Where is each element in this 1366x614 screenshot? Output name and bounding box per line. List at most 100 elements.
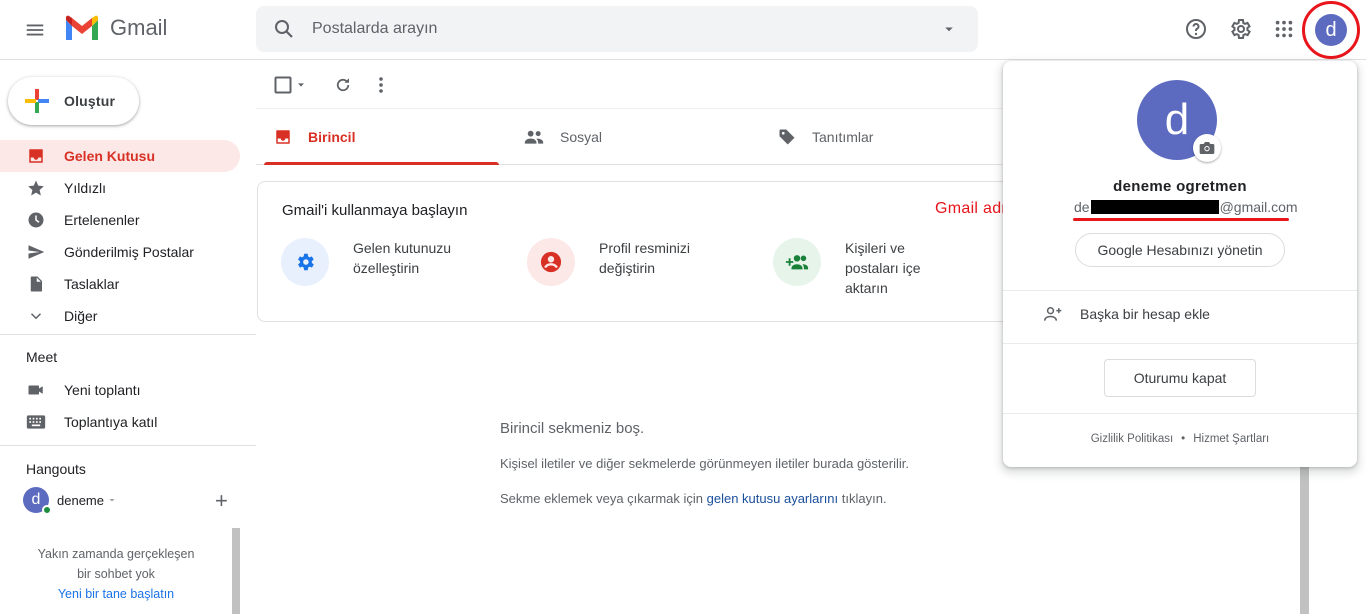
gs-text-line: aktarın [845, 280, 888, 296]
sidebar-item-label: Diğer [64, 308, 98, 324]
change-photo-button[interactable] [1193, 134, 1221, 162]
tab-primary[interactable]: Birincil [274, 109, 355, 165]
hint-text: tıklayın. [838, 491, 887, 506]
top-bar: Gmail d [0, 0, 1366, 60]
sidebar-item-label: Ertelenenler [64, 212, 140, 228]
gs-text-line: özelleştirin [353, 260, 420, 276]
refresh-icon [336, 78, 350, 92]
chevron-down-icon [26, 306, 46, 326]
avatar: d [1315, 14, 1347, 46]
inbox-settings-link[interactable]: gelen kutusu ayarlarını [707, 491, 839, 506]
sidebar-item-label: Gönderilmiş Postalar [64, 244, 194, 260]
sidebar-item-starred[interactable]: Yıldızlı [0, 172, 240, 204]
more-vert-icon [379, 77, 383, 93]
add-account-button[interactable]: Başka bir hesap ekle [1043, 305, 1210, 323]
sidebar-nav: Gelen Kutusu Yıldızlı Ertelenenler Gönde… [0, 140, 256, 477]
main-scrollbar[interactable] [1300, 466, 1309, 614]
account-popup: d deneme ogretmen de @gmail.com Google He… [1003, 61, 1357, 467]
search-options-icon[interactable] [940, 20, 958, 38]
sidebar-item-inbox[interactable]: Gelen Kutusu [0, 140, 240, 172]
import-contacts-item[interactable]: Kişileri ve postaları içe aktarın [773, 238, 975, 298]
star-icon [26, 178, 46, 198]
hamburger-menu-icon [26, 24, 44, 36]
group-add-icon [785, 255, 809, 270]
privacy-policy-link[interactable]: Gizlilik Politikası [1091, 433, 1173, 445]
inbox-icon [26, 146, 46, 166]
empty-state-description: Kişisel iletiler ve diğer sekmelerde gör… [500, 456, 909, 471]
new-conversation-button[interactable]: + [215, 490, 228, 512]
hint-text: Sekme eklemek veya çıkarmak için [500, 491, 707, 506]
sidebar-item-label: Taslaklar [64, 276, 120, 292]
support-button[interactable] [1176, 9, 1216, 49]
getting-started-card: Gmail'i kullanmaya başlayın Gelen kutunu… [257, 181, 1017, 322]
gs-icon-circle [773, 238, 821, 286]
sidebar-item-snoozed[interactable]: Ertelenenler [0, 204, 240, 236]
sidebar-item-more[interactable]: Diğer [0, 300, 240, 332]
customize-inbox-item[interactable]: Gelen kutunuzu özelleştirin [281, 238, 483, 286]
tab-promotions[interactable]: Tanıtımlar [778, 109, 873, 165]
draft-icon [26, 274, 46, 294]
more-options-button[interactable] [370, 70, 392, 100]
hangouts-user-name: deneme [57, 492, 104, 508]
settings-button[interactable] [1220, 9, 1260, 49]
send-icon [26, 242, 46, 262]
gs-text-line: değiştirin [599, 260, 656, 276]
gear-icon [1231, 19, 1251, 39]
gs-icon-circle [527, 238, 575, 286]
divider [1003, 290, 1357, 291]
clock-icon [26, 210, 46, 230]
sidebar-scrollbar[interactable] [232, 528, 240, 614]
terms-of-service-link[interactable]: Hizmet Şartları [1193, 433, 1269, 445]
hangouts-empty-text: Yakın zamanda gerçekleşen bir sohbet yok [37, 547, 195, 581]
gs-text-line: Profil resminizi [599, 240, 691, 256]
compose-button[interactable]: Oluştur [8, 77, 139, 125]
account-email: de @gmail.com [1074, 199, 1298, 215]
sidebar-item-drafts[interactable]: Taslaklar [0, 268, 240, 300]
sidebar-item-join-meeting[interactable]: Toplantıya katıl [0, 406, 240, 438]
avatar-initial: d [31, 491, 41, 508]
popup-footer: Gizlilik Politikası • Hizmet Şartları [1003, 433, 1357, 445]
redaction-bar [1090, 200, 1219, 214]
gmail-m-icon [66, 15, 98, 40]
sidebar-item-sent[interactable]: Gönderilmiş Postalar [0, 236, 240, 268]
change-profile-picture-item[interactable]: Profil resminizi değiştirin [527, 238, 729, 286]
hangouts-user[interactable]: d deneme [23, 487, 118, 515]
online-status-dot [42, 505, 52, 515]
person-add-icon [1043, 307, 1062, 321]
checkbox-icon [274, 76, 292, 94]
camera-icon [1199, 142, 1215, 154]
sign-out-button[interactable]: Oturumu kapat [1104, 359, 1256, 397]
account-name: deneme ogretmen [1113, 178, 1247, 195]
sidebar-item-label: Yeni toplantı [64, 382, 141, 398]
active-tab-indicator [264, 162, 499, 165]
tag-icon [779, 129, 795, 145]
plus-icon [25, 89, 49, 113]
search-icon[interactable] [272, 17, 296, 41]
sidebar-item-label: Gelen Kutusu [64, 148, 156, 164]
compose-label: Oluştur [64, 93, 116, 109]
main-menu-button[interactable] [14, 9, 56, 51]
mail-toolbar [256, 62, 1002, 108]
gs-text-line: Kişileri ve [845, 240, 905, 256]
start-conversation-link[interactable]: Yeni bir tane başlatın [0, 584, 232, 604]
tab-social[interactable]: Sosyal [524, 109, 602, 165]
hangouts-section-title: Hangouts [26, 461, 86, 477]
email-prefix: de [1074, 199, 1090, 215]
search-bar [256, 6, 978, 52]
search-input[interactable] [312, 6, 912, 52]
help-icon [1186, 19, 1206, 39]
sidebar-item-new-meeting[interactable]: Yeni toplantı [0, 374, 240, 406]
tab-label: Tanıtımlar [812, 129, 874, 145]
google-apps-button[interactable] [1264, 9, 1304, 49]
meet-section-title: Meet [26, 349, 58, 365]
tab-label: Birincil [308, 129, 356, 145]
account-button[interactable]: d [1302, 1, 1360, 59]
refresh-button[interactable] [328, 70, 358, 100]
email-suffix: @gmail.com [1219, 199, 1298, 215]
caret-down-icon [298, 83, 304, 87]
people-icon [524, 130, 544, 144]
gmail-logo[interactable]: Gmail [64, 14, 167, 42]
select-checkbox[interactable] [272, 70, 308, 100]
manage-account-button[interactable]: Google Hesabınızı yönetin [1075, 233, 1285, 267]
divider [1003, 413, 1357, 414]
